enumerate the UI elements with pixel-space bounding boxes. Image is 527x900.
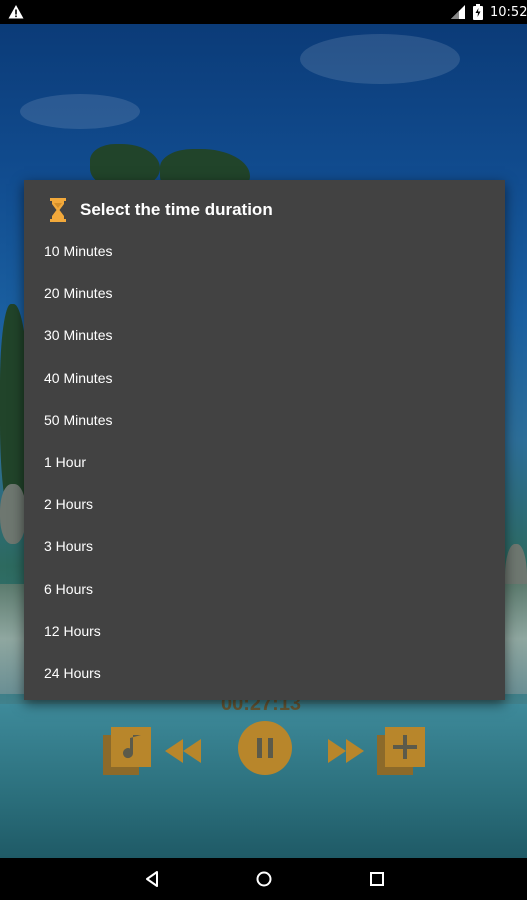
fast-forward-button[interactable] [326, 737, 366, 765]
dialog-title: Select the time duration [80, 200, 273, 219]
option-40-minutes[interactable]: 40 Minutes [24, 357, 505, 399]
option-10-minutes[interactable]: 10 Minutes [24, 230, 505, 272]
playlist-add-button[interactable] [377, 727, 425, 775]
duration-option-list: 10 Minutes 20 Minutes 30 Minutes 40 Minu… [24, 230, 505, 694]
back-icon[interactable] [143, 870, 161, 888]
home-icon[interactable] [255, 870, 273, 888]
option-20-minutes[interactable]: 20 Minutes [24, 272, 505, 314]
rewind-button[interactable] [163, 737, 203, 765]
pause-button[interactable] [237, 720, 293, 776]
option-12-hours[interactable]: 12 Hours [24, 610, 505, 652]
signal-icon [451, 5, 465, 19]
option-24-hours[interactable]: 24 Hours [24, 652, 505, 694]
navigation-bar [0, 858, 527, 900]
option-6-hours[interactable]: 6 Hours [24, 568, 505, 610]
option-30-minutes[interactable]: 30 Minutes [24, 314, 505, 356]
option-2-hours[interactable]: 2 Hours [24, 483, 505, 525]
option-50-minutes[interactable]: 50 Minutes [24, 399, 505, 441]
option-1-hour[interactable]: 1 Hour [24, 441, 505, 483]
pause-icon [238, 721, 292, 775]
warning-icon [8, 5, 24, 19]
recents-icon[interactable] [368, 870, 386, 888]
hourglass-icon [50, 198, 66, 222]
status-bar: 10:52 [0, 0, 527, 24]
fast-forward-icon [328, 739, 364, 763]
playlist-music-icon [103, 727, 151, 775]
playlist-music-button[interactable] [103, 727, 151, 775]
option-3-hours[interactable]: 3 Hours [24, 525, 505, 567]
status-clock: 10:52 [490, 5, 527, 20]
rewind-icon [165, 739, 201, 763]
time-duration-dialog: Select the time duration 10 Minutes 20 M… [24, 180, 505, 700]
battery-icon [473, 4, 483, 20]
playlist-add-icon [377, 727, 425, 775]
